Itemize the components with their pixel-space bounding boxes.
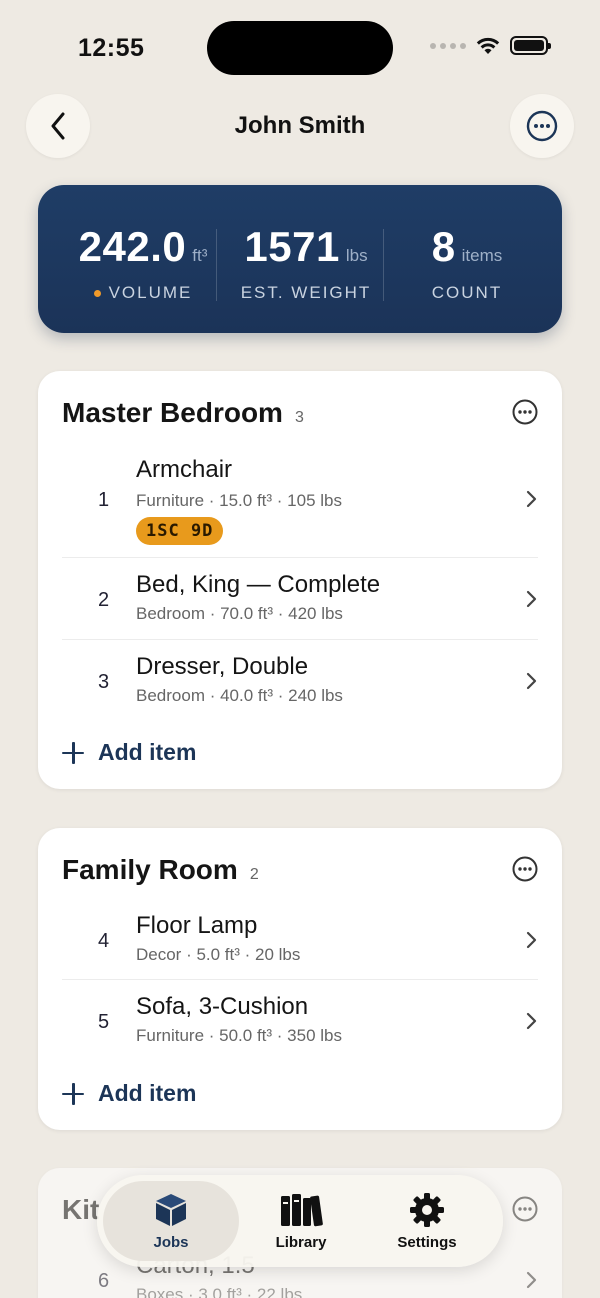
room-item-count: 2 xyxy=(249,866,259,883)
list-item[interactable]: 2 Bed, King — Complete Bedroom · 70.0 ft… xyxy=(62,567,538,637)
room-item-count: 3 xyxy=(294,409,304,426)
chevron-right-icon xyxy=(526,590,537,608)
row-divider xyxy=(62,557,538,558)
item-meta: Bedroom · 70.0 ft³ · 420 lbs xyxy=(136,604,343,623)
plus-icon xyxy=(62,1082,84,1105)
plus-icon xyxy=(62,741,84,764)
tab-bar: Jobs Library Settings xyxy=(97,1175,503,1267)
more-icon xyxy=(526,110,558,142)
status-dot-icon xyxy=(93,289,101,297)
tab-settings[interactable]: Settings xyxy=(359,1181,495,1261)
volume-value: 242.0 xyxy=(78,223,187,270)
status-bar: 12:55 xyxy=(0,0,600,96)
room-more-icon[interactable] xyxy=(512,1196,538,1222)
more-options-button[interactable] xyxy=(510,94,574,158)
count-label: COUNT xyxy=(431,283,503,302)
status-time: 12:55 xyxy=(78,34,145,62)
box-icon xyxy=(156,1193,186,1226)
room-name: Kit xyxy=(62,1194,100,1225)
item-meta: Furniture · 50.0 ft³ · 350 lbs xyxy=(136,1026,342,1045)
weight-unit: lbs xyxy=(345,246,368,265)
room-card-master-bedroom: Master Bedroom 3 1 Armchair Furniture · … xyxy=(38,371,562,789)
item-meta: Furniture · 15.0 ft³ · 105 lbs xyxy=(136,491,342,510)
item-number: 2 xyxy=(98,589,110,611)
list-item[interactable]: 4 Floor Lamp Decor · 5.0 ft³ · 20 lbs xyxy=(62,908,538,978)
item-name: Armchair xyxy=(136,456,233,483)
add-item-button[interactable]: Add item xyxy=(62,739,196,766)
count-stat: 8 items COUNT xyxy=(408,223,526,303)
signal-icon xyxy=(430,42,466,49)
item-name: Dresser, Double xyxy=(136,653,309,680)
weight-stat: 1571 lbs EST. WEIGHT xyxy=(226,223,386,303)
tab-label: Jobs xyxy=(153,1233,189,1251)
room-more-icon[interactable] xyxy=(512,399,538,425)
row-divider xyxy=(62,979,538,980)
summary-card: 242.0 ft³ VOLUME 1571 lbs EST. WEIGHT 8 … xyxy=(38,185,562,333)
tab-library[interactable]: Library xyxy=(233,1181,369,1261)
list-item[interactable]: 5 Sofa, 3-Cushion Furniture · 50.0 ft³ ·… xyxy=(62,989,538,1059)
count-value: 8 xyxy=(431,223,456,270)
add-item-button[interactable]: Add item xyxy=(62,1080,196,1107)
row-divider xyxy=(62,639,538,640)
dynamic-island xyxy=(207,21,393,75)
item-meta: Bedroom · 40.0 ft³ · 240 lbs xyxy=(136,686,343,705)
item-name: Floor Lamp xyxy=(136,912,258,939)
wifi-icon xyxy=(476,37,500,54)
chevron-right-icon xyxy=(526,490,537,508)
room-more-icon[interactable] xyxy=(512,856,538,882)
tab-jobs[interactable]: Jobs xyxy=(103,1181,239,1261)
books-icon xyxy=(281,1193,323,1226)
status-icons xyxy=(430,36,551,55)
item-name: Bed, King — Complete xyxy=(136,571,381,598)
item-number: 5 xyxy=(98,1011,110,1033)
item-meta: Boxes · 3.0 ft³ · 22 lbs xyxy=(136,1285,303,1298)
room-name: Master Bedroom xyxy=(62,397,283,428)
tab-label: Library xyxy=(275,1233,327,1251)
stat-divider xyxy=(383,229,384,301)
tab-label: Settings xyxy=(397,1233,457,1251)
weight-label: EST. WEIGHT xyxy=(240,283,372,302)
chevron-right-icon xyxy=(526,1012,537,1030)
room-card-family-room: Family Room 2 4 Floor Lamp Decor · 5.0 f… xyxy=(38,828,562,1130)
item-name: Sofa, 3-Cushion xyxy=(136,993,309,1020)
volume-label: VOLUME xyxy=(108,283,193,302)
weight-value: 1571 xyxy=(244,223,340,270)
list-item[interactable]: 3 Dresser, Double Bedroom · 40.0 ft³ · 2… xyxy=(62,649,538,719)
item-number: 4 xyxy=(98,930,110,952)
count-unit: items xyxy=(461,246,503,265)
gear-icon xyxy=(410,1192,444,1227)
chevron-right-icon xyxy=(526,672,537,690)
nav-header: John Smith xyxy=(0,94,600,158)
volume-unit: ft³ xyxy=(192,246,208,265)
volume-stat: 242.0 ft³ VOLUME xyxy=(58,223,228,303)
battery-icon xyxy=(510,36,551,55)
chevron-right-icon xyxy=(526,1271,537,1289)
room-name: Family Room xyxy=(62,854,238,885)
add-item-label: Add item xyxy=(98,739,197,765)
chevron-right-icon xyxy=(526,931,537,949)
item-number: 6 xyxy=(98,1270,110,1292)
item-code-badge: 1SC 9D xyxy=(136,517,224,545)
stat-divider xyxy=(216,229,217,301)
add-item-label: Add item xyxy=(98,1080,197,1106)
item-number: 3 xyxy=(98,671,110,693)
item-meta: Decor · 5.0 ft³ · 20 lbs xyxy=(136,945,301,964)
list-item[interactable]: 1 Armchair Furniture · 15.0 ft³ · 105 lb… xyxy=(62,451,538,551)
item-number: 1 xyxy=(98,489,110,511)
